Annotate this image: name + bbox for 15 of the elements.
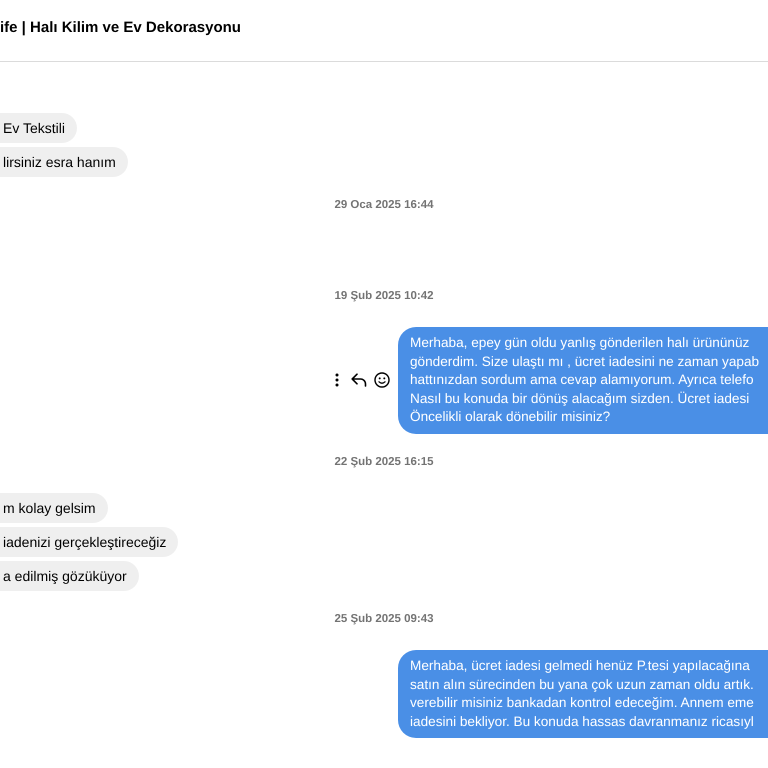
message-timestamp: 29 Oca 2025 16:44 [334,198,434,212]
received-message: a edilmiş gözüküyor [0,560,139,591]
message-timestamp: 25 Şub 2025 09:43 [334,612,434,626]
received-message: iadenizi gerçekleştireceğiz [0,526,178,557]
received-message: m kolay gelsim [0,492,108,523]
received-message: Ev Tekstili [0,113,77,143]
chat-title: ife | Halı Kilim ve Ev Dekorasyonu [0,18,241,38]
sent-message: Merhaba, epey gün oldu yanlış gönderilen halı ürününüz gönderdim. Size ulaştı mı , ücret iadesini ne zaman yapab hattınızdan sordum ama cevap alamıyorum. Ayrıca telefo Nasıl bu konuda bir dönüş alacağım sizden. Ücret iadesi Öncelikli olarak dönebilir misiniz? [398,327,768,434]
received-message: lirsiniz esra hanım [0,147,128,177]
emoji-reaction-icon[interactable] [374,372,390,388]
message-timestamp: 22 Şub 2025 16:15 [334,454,434,469]
more-options-icon[interactable] [335,373,339,388]
message-timestamp: 19 Şub 2025 10:42 [334,289,434,303]
sent-message: Merhaba, ücret iadesi gelmedi henüz P.tesi yapılacağına satın alın sürecinden bu yana çok uzun zaman oldu artık. verebilir misiniz bankadan kontrol edeceğim. Annem eme iadesini bekliyor. Bu konuda hassas davranmanız ricasıyl [398,650,768,738]
reply-icon[interactable] [351,373,367,388]
